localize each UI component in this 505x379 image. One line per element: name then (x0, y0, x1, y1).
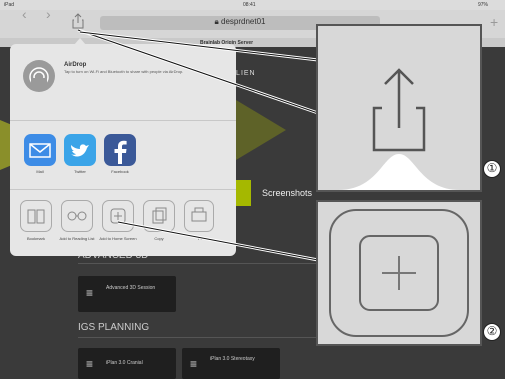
zoom-callout-share (316, 24, 482, 192)
add-square-icon (318, 202, 480, 349)
zoom-callout-add-home (316, 200, 482, 346)
callout-number-1: ① (483, 160, 501, 178)
callout-number-2: ② (483, 323, 501, 341)
share-icon (318, 26, 480, 195)
